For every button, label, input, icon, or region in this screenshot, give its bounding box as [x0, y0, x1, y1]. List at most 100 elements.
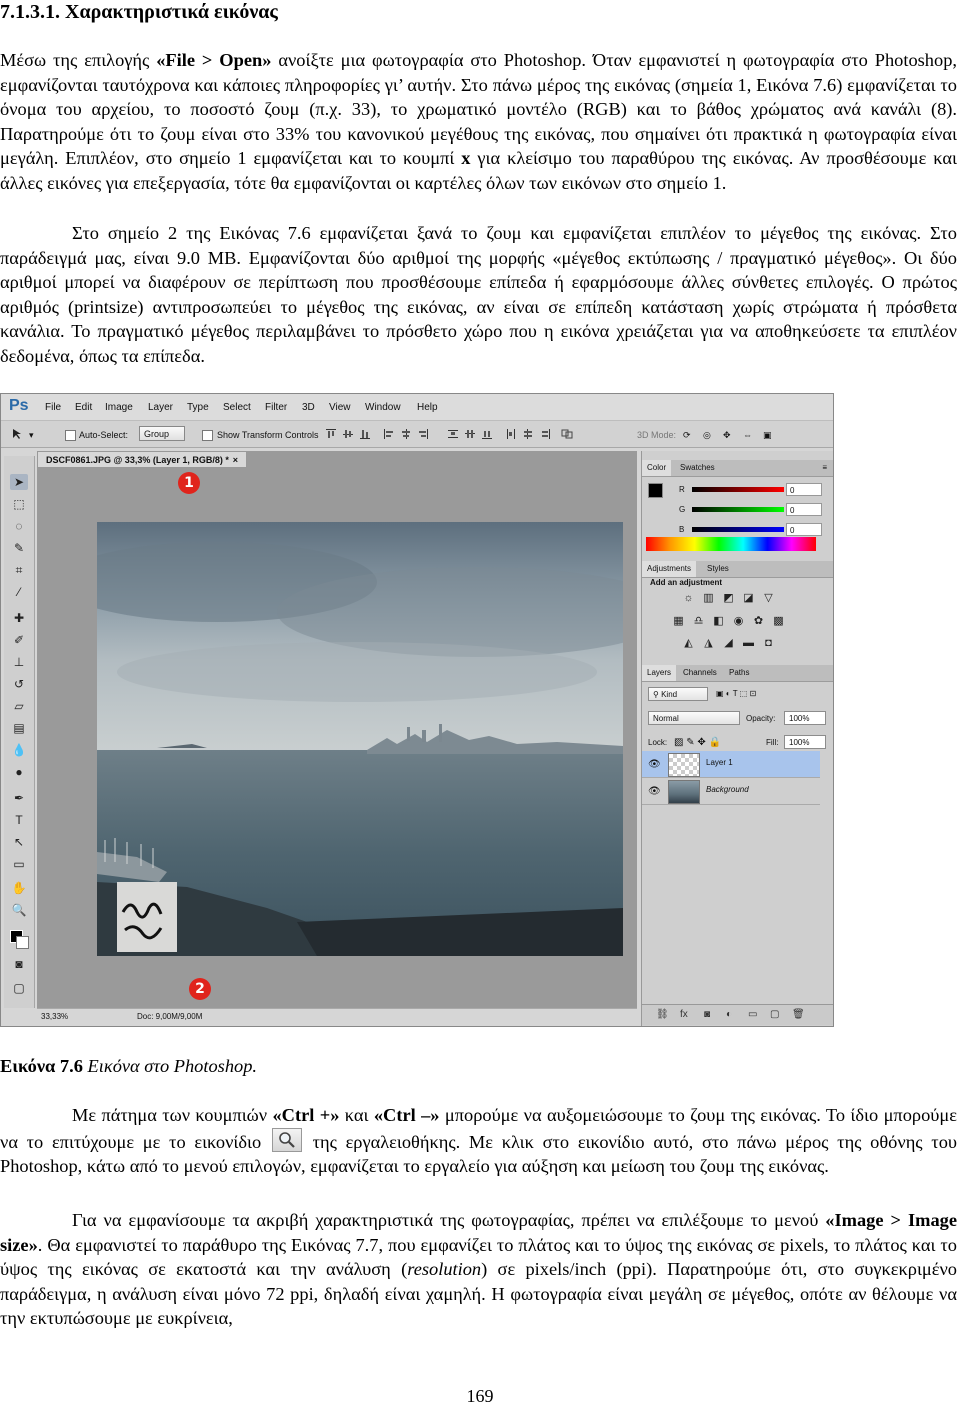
- eye-icon[interactable]: 👁: [648, 759, 661, 770]
- menu-image[interactable]: Image: [105, 402, 133, 413]
- red-value[interactable]: 0: [786, 483, 822, 496]
- align-left-icon[interactable]: [383, 428, 395, 440]
- layer-row[interactable]: 👁 Background: [642, 778, 820, 805]
- posterize-icon[interactable]: ◮: [702, 637, 715, 650]
- tab-paths[interactable]: Paths: [724, 665, 754, 681]
- zoom-tool-icon[interactable]: 🔍: [10, 902, 28, 918]
- clone-stamp-tool-icon[interactable]: ⊥: [10, 654, 28, 670]
- folder-icon[interactable]: ▭: [748, 1009, 757, 1020]
- blue-value[interactable]: 0: [786, 523, 822, 536]
- history-brush-tool-icon[interactable]: ↺: [10, 676, 28, 692]
- align-top-icon[interactable]: [325, 428, 337, 440]
- selective-color-icon[interactable]: ◘: [762, 637, 775, 650]
- green-slider[interactable]: [692, 507, 784, 512]
- curves-icon[interactable]: ◩: [722, 592, 735, 605]
- blend-mode-dropdown[interactable]: Normal: [648, 711, 740, 725]
- healing-brush-tool-icon[interactable]: ✚: [10, 610, 28, 626]
- exposure-icon[interactable]: ◪: [742, 592, 755, 605]
- menu-select[interactable]: Select: [223, 402, 251, 413]
- menu-view[interactable]: View: [329, 402, 351, 413]
- red-slider[interactable]: [692, 487, 784, 492]
- gradient-map-icon[interactable]: ▬: [742, 637, 755, 650]
- lock-icons[interactable]: ▨ ✎ ✥ 🔒: [674, 737, 721, 748]
- invert-icon[interactable]: ◭: [682, 637, 695, 650]
- foreground-background-color-icon[interactable]: [10, 930, 29, 949]
- tab-layers[interactable]: Layers: [642, 665, 677, 681]
- link-icon[interactable]: ⛓: [656, 1009, 669, 1020]
- channel-mixer-icon[interactable]: ✿: [752, 615, 765, 628]
- move-tool-icon[interactable]: ➤: [10, 474, 28, 490]
- green-value[interactable]: 0: [786, 503, 822, 516]
- tab-adjustments[interactable]: Adjustments: [642, 561, 697, 577]
- trash-icon[interactable]: 🗑: [792, 1009, 805, 1020]
- eraser-tool-icon[interactable]: ▱: [10, 698, 28, 714]
- 3d-roll-icon[interactable]: ◎: [703, 430, 711, 441]
- shape-tool-icon[interactable]: ▭: [10, 856, 28, 872]
- dodge-tool-icon[interactable]: ●: [10, 764, 28, 780]
- marquee-tool-icon[interactable]: ⬚: [10, 496, 28, 512]
- blur-tool-icon[interactable]: 💧: [10, 742, 28, 758]
- chevron-down-icon[interactable]: ▾: [29, 430, 34, 441]
- auto-select-checkbox[interactable]: [65, 430, 76, 441]
- type-tool-icon[interactable]: T: [10, 812, 28, 828]
- menu-layer[interactable]: Layer: [148, 402, 173, 413]
- tab-styles[interactable]: Styles: [702, 561, 734, 577]
- tab-color[interactable]: Color: [642, 460, 672, 476]
- fx-icon[interactable]: fx: [680, 1009, 688, 1020]
- photo-filter-icon[interactable]: ◉: [732, 615, 745, 628]
- pen-tool-icon[interactable]: ✒: [10, 790, 28, 806]
- opacity-input[interactable]: 100%: [784, 711, 826, 725]
- distribute-bottom-icon[interactable]: [481, 428, 493, 440]
- fill-input[interactable]: 100%: [784, 735, 826, 749]
- color-lookup-icon[interactable]: ▩: [772, 615, 785, 628]
- blue-slider[interactable]: [692, 527, 784, 532]
- menu-filter[interactable]: Filter: [265, 402, 287, 413]
- brightness-icon[interactable]: ☼: [682, 592, 695, 605]
- distribute-hcenter-icon[interactable]: [522, 428, 534, 440]
- 3d-pan-icon[interactable]: ✥: [723, 430, 731, 441]
- color-spectrum[interactable]: [646, 537, 816, 551]
- lasso-tool-icon[interactable]: ◌: [10, 518, 28, 534]
- gradient-tool-icon[interactable]: ▤: [10, 720, 28, 736]
- align-bottom-icon[interactable]: [359, 428, 371, 440]
- layer-row[interactable]: 👁 Layer 1: [642, 751, 820, 778]
- eyedropper-tool-icon[interactable]: ⁄: [10, 584, 28, 600]
- menu-help[interactable]: Help: [417, 402, 438, 413]
- move-tool-icon[interactable]: [11, 428, 23, 440]
- threshold-icon[interactable]: ◢: [722, 637, 735, 650]
- tab-channels[interactable]: Channels: [678, 665, 722, 681]
- close-icon[interactable]: ×: [233, 452, 238, 469]
- tab-swatches[interactable]: Swatches: [675, 460, 720, 476]
- quick-mask-icon[interactable]: ◙: [10, 956, 28, 972]
- 3d-rotate-icon[interactable]: ⟳: [683, 430, 691, 441]
- zoom-level[interactable]: 33,33%: [41, 1009, 68, 1025]
- menu-type[interactable]: Type: [187, 402, 209, 413]
- vibrance-icon[interactable]: ▽: [762, 592, 775, 605]
- new-layer-icon[interactable]: ▢: [770, 1009, 779, 1020]
- black-white-icon[interactable]: ◧: [712, 615, 725, 628]
- distribute-right-icon[interactable]: [539, 428, 551, 440]
- menu-window[interactable]: Window: [365, 402, 401, 413]
- document-tab[interactable]: DSCF0861.JPG @ 33,3% (Layer 1, RGB/8) * …: [37, 451, 247, 468]
- align-hcenter-icon[interactable]: [400, 428, 412, 440]
- 3d-slide-icon[interactable]: ⇔: [743, 430, 752, 440]
- panel-menu-icon[interactable]: ≡: [817, 460, 832, 476]
- filter-icons[interactable]: ▣ ◐ T ⬚ ⊡: [716, 689, 756, 698]
- hand-tool-icon[interactable]: ✋: [10, 880, 28, 896]
- distribute-vcenter-icon[interactable]: [464, 428, 476, 440]
- auto-align-icon[interactable]: [561, 428, 573, 440]
- hue-saturation-icon[interactable]: ▦: [672, 615, 685, 628]
- distribute-top-icon[interactable]: [447, 428, 459, 440]
- mask-icon[interactable]: ◙: [704, 1009, 710, 1020]
- doc-size[interactable]: Doc: 9,00M/9,00M: [137, 1009, 202, 1025]
- adjustment-layer-icon[interactable]: ◐: [726, 1009, 732, 1020]
- menu-3d[interactable]: 3D: [302, 402, 315, 413]
- 3d-scale-icon[interactable]: ▣: [763, 430, 772, 441]
- path-select-tool-icon[interactable]: ↖: [10, 834, 28, 850]
- distribute-left-icon[interactable]: [505, 428, 517, 440]
- crop-tool-icon[interactable]: ⌗: [10, 562, 28, 578]
- eye-icon[interactable]: 👁: [648, 786, 661, 797]
- kind-filter-dropdown[interactable]: ⚲ Kind: [648, 687, 708, 701]
- menu-edit[interactable]: Edit: [75, 402, 92, 413]
- color-balance-icon[interactable]: ♎: [692, 615, 705, 628]
